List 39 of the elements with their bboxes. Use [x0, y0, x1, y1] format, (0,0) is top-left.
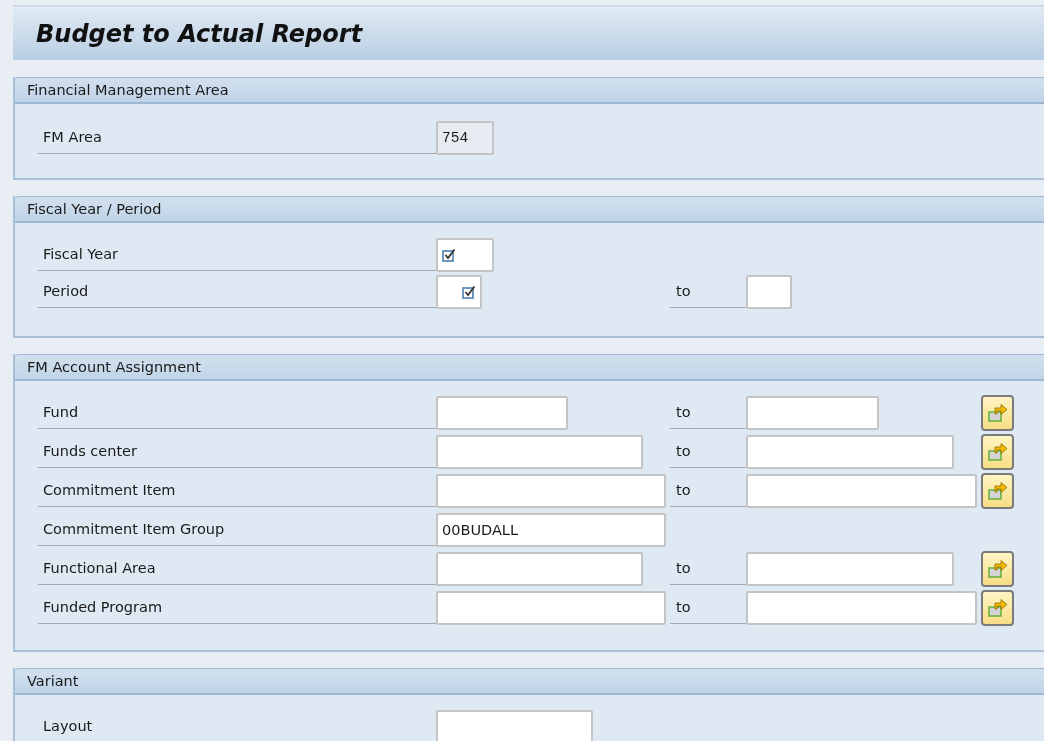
input-field[interactable]	[436, 435, 643, 469]
field-label: Fund	[38, 395, 436, 429]
field-label: Fiscal Year	[38, 237, 436, 271]
input-field[interactable]	[436, 552, 643, 586]
arrow-icon	[986, 403, 1009, 423]
input-field[interactable]	[436, 396, 568, 430]
input-field[interactable]	[436, 474, 666, 508]
multiple-selection-button[interactable]	[981, 473, 1014, 509]
input-field[interactable]	[746, 474, 977, 508]
group-title: Variant	[27, 673, 79, 689]
input-field[interactable]	[436, 238, 494, 272]
group-title: Fiscal Year / Period	[27, 201, 162, 217]
multiple-selection-button[interactable]	[981, 434, 1014, 470]
input-field[interactable]: 00BUDALL	[436, 513, 666, 547]
input-field[interactable]	[436, 591, 666, 625]
input-field[interactable]	[746, 591, 977, 625]
input-field[interactable]	[746, 396, 879, 430]
group-title: FM Account Assignment	[27, 359, 201, 375]
field-label: Period	[38, 274, 436, 308]
field-label: Commitment Item Group	[38, 512, 436, 546]
input-field[interactable]	[436, 275, 482, 309]
multiple-selection-button[interactable]	[981, 590, 1014, 626]
field-label: Funded Program	[38, 590, 436, 624]
input-field[interactable]	[436, 710, 593, 741]
arrow-icon	[986, 598, 1009, 618]
arrow-icon	[986, 481, 1009, 501]
page-title: Budget to Actual Report	[36, 19, 363, 48]
arrow-icon	[986, 559, 1009, 579]
input-field[interactable]	[746, 435, 954, 469]
field-label: Commitment Item	[38, 473, 436, 507]
field-label: FM Area	[38, 120, 436, 154]
input-field[interactable]	[746, 552, 954, 586]
multiple-selection-button[interactable]	[981, 551, 1014, 587]
field-label: Funds center	[38, 434, 436, 468]
arrow-icon	[986, 442, 1009, 462]
multiple-selection-button[interactable]	[981, 395, 1014, 431]
field-label: Functional Area	[38, 551, 436, 585]
group-title: Financial Management Area	[27, 82, 229, 98]
input-field[interactable]	[746, 275, 792, 309]
